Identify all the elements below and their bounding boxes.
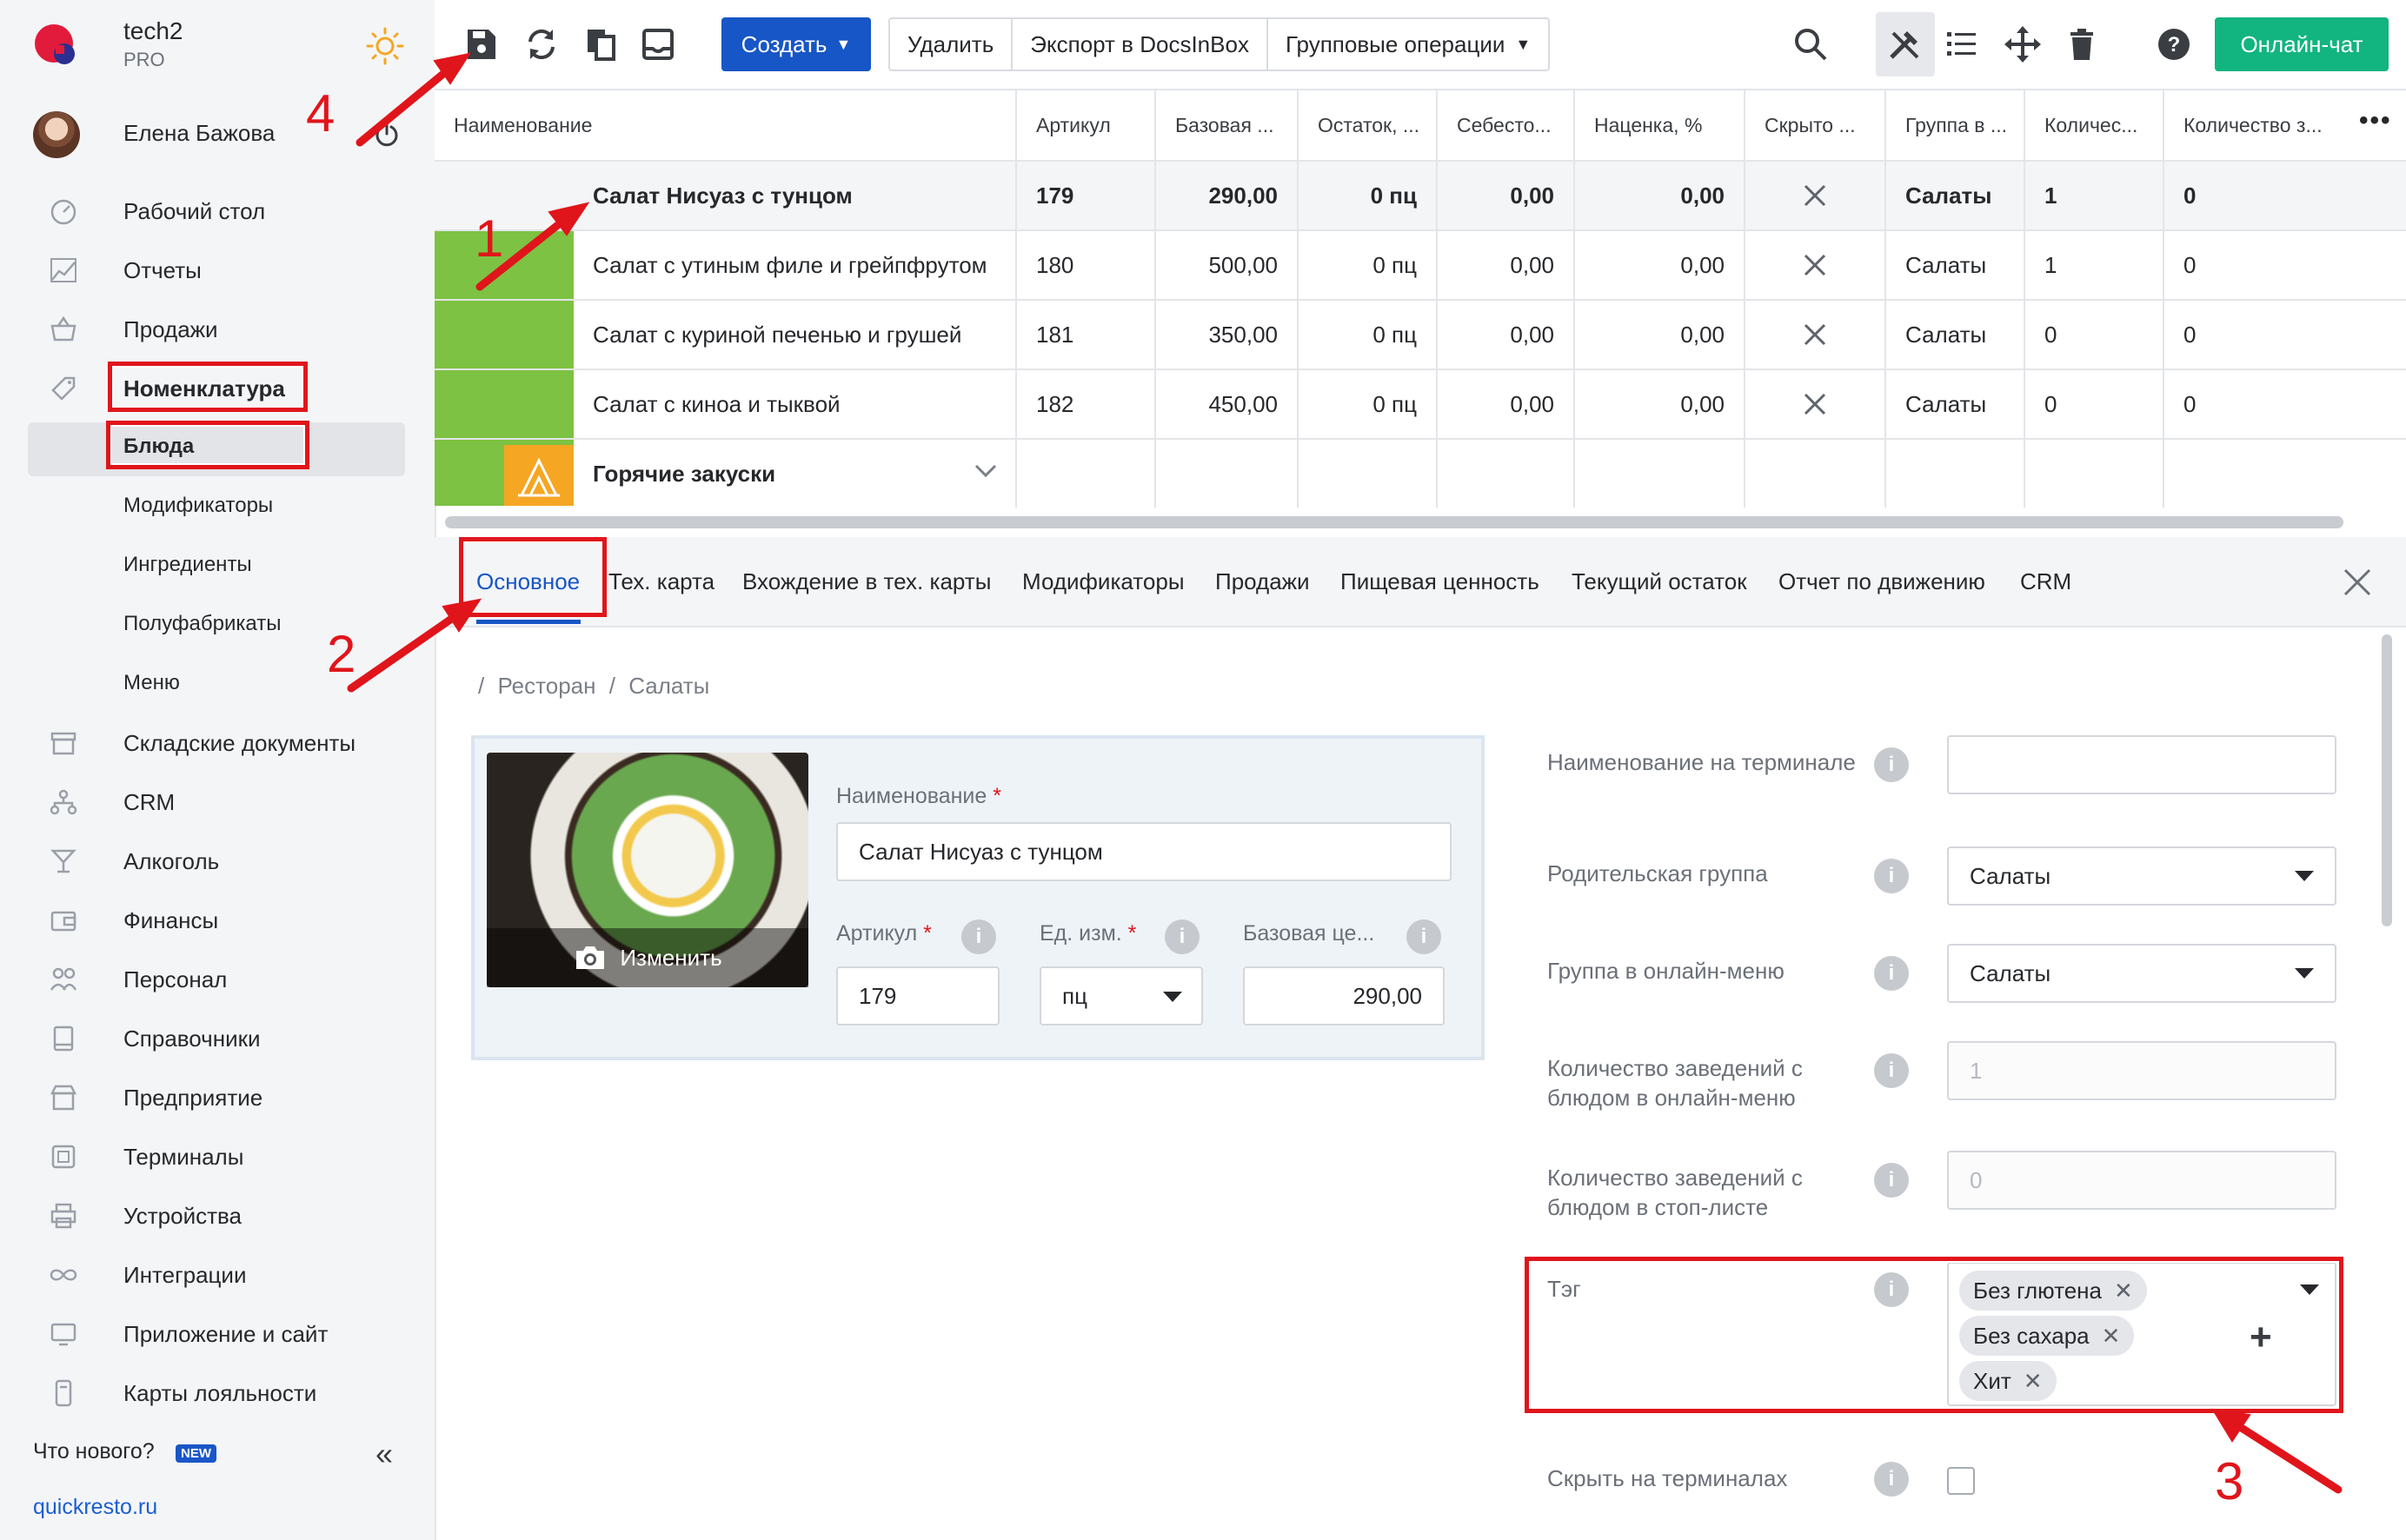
arrow-2 bbox=[347, 609, 463, 693]
arrow-4 bbox=[356, 65, 453, 147]
arrow-1 bbox=[475, 216, 568, 291]
arrow-3 bbox=[2233, 1421, 2343, 1494]
annotation-arrows bbox=[347, 52, 2343, 1494]
